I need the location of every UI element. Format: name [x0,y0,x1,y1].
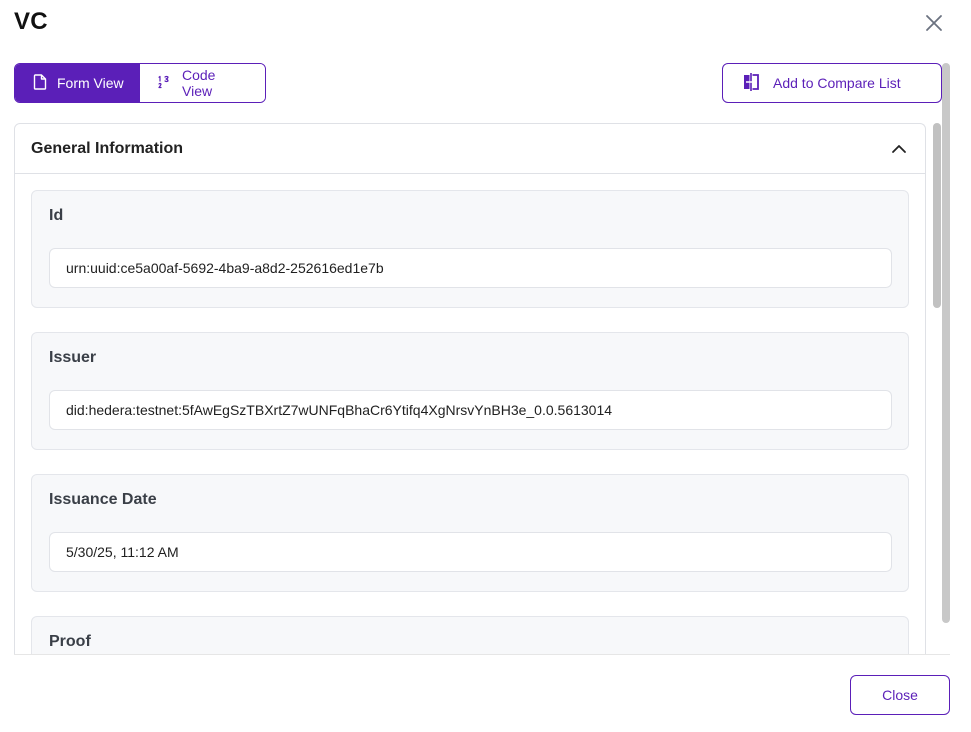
dialog-title: VC [14,8,48,35]
section-title: General Information [31,139,184,157]
numbers-icon [158,75,172,92]
form-scroll-area[interactable]: General Information Id urn:uuid:ce5a00af… [14,123,926,654]
form-view-button[interactable]: Form View [15,64,140,102]
close-icon[interactable] [922,11,946,35]
general-information-body: Id urn:uuid:ce5a00af-5692-4ba9-a8d2-2526… [15,174,925,654]
field-id: Id urn:uuid:ce5a00af-5692-4ba9-a8d2-2526… [31,190,909,308]
compare-icon [741,72,761,95]
file-icon [33,73,47,93]
code-view-label: Code View [182,67,216,99]
form-view-label: Form View [57,75,124,91]
chevron-up-icon[interactable] [889,139,909,159]
outer-scrollbar[interactable] [942,63,950,623]
code-view-button[interactable]: Code View [140,64,265,102]
view-toggle: Form View Code View [14,63,266,103]
inner-scrollbar[interactable] [933,123,941,308]
id-value-field[interactable]: urn:uuid:ce5a00af-5692-4ba9-a8d2-252616e… [49,248,892,288]
field-label: Issuer [49,349,97,366]
add-to-compare-button[interactable]: Add to Compare List [722,63,942,103]
issuance-date-value-field[interactable]: 5/30/25, 11:12 AM [49,532,892,572]
close-button[interactable]: Close [850,675,950,715]
add-to-compare-label: Add to Compare List [773,75,901,91]
field-label: Proof [49,633,91,650]
footer-divider [14,654,950,655]
field-label: Id [49,207,64,224]
field-proof: Proof [31,616,909,654]
field-issuance-date: Issuance Date 5/30/25, 11:12 AM [31,474,909,592]
general-information-header[interactable]: General Information [15,124,925,174]
field-label: Issuance Date [49,491,157,508]
general-information-panel: General Information Id urn:uuid:ce5a00af… [14,123,926,654]
issuer-value-field[interactable]: did:hedera:testnet:5fAwEgSzTBXrtZ7wUNFqB… [49,390,892,430]
field-issuer: Issuer did:hedera:testnet:5fAwEgSzTBXrtZ… [31,332,909,450]
